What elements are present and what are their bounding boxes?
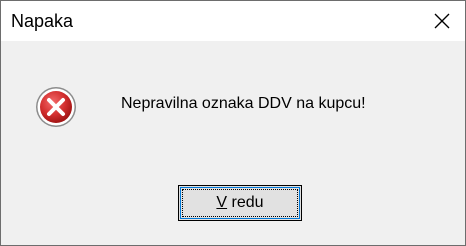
ok-button-mnemonic: V bbox=[216, 194, 228, 211]
ok-button-label: V redu bbox=[179, 194, 301, 212]
error-icon bbox=[36, 87, 76, 127]
ok-button[interactable]: V redu bbox=[178, 185, 302, 221]
close-icon bbox=[434, 13, 450, 29]
ok-button-label-rest: redu bbox=[227, 194, 264, 211]
error-message: Nepravilna oznaka DDV na kupcu! bbox=[121, 95, 366, 112]
error-dialog: Napaka Nepravilna oznaka DDV na kupcu! V… bbox=[0, 0, 466, 246]
window-title: Napaka bbox=[11, 11, 74, 31]
dialog-body: Nepravilna oznaka DDV na kupcu! V redu bbox=[1, 41, 465, 245]
close-button[interactable] bbox=[419, 1, 465, 41]
title-bar: Napaka bbox=[1, 1, 465, 41]
